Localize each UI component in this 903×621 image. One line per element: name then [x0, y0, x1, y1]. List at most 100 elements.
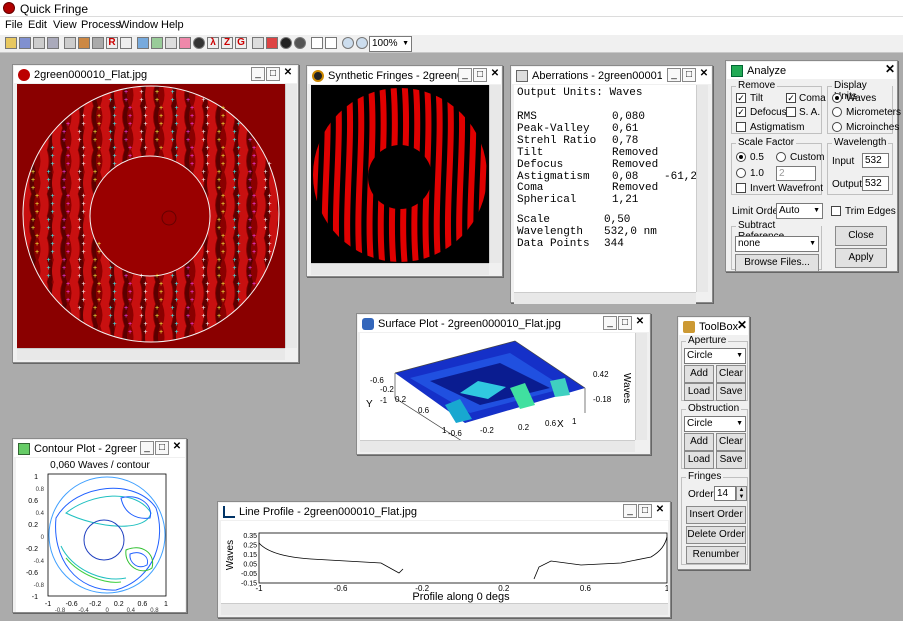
vertical-scrollbar[interactable] — [489, 85, 501, 263]
zernike-icon[interactable] — [179, 37, 191, 49]
insert-order-button[interactable]: Insert Order — [686, 506, 746, 524]
curve-icon[interactable] — [120, 37, 132, 49]
zoom-out-icon[interactable] — [356, 37, 368, 49]
browse-files-button[interactable]: Browse Files... — [735, 254, 819, 272]
tools-icon[interactable] — [64, 37, 76, 49]
close-button[interactable]: ✕ — [653, 504, 667, 518]
trim-edges-checkbox[interactable] — [831, 206, 841, 216]
tilt-checkbox[interactable]: ✓ — [736, 93, 746, 103]
minimize-button[interactable]: _ — [140, 441, 154, 455]
open-icon[interactable] — [5, 37, 17, 49]
lambda-icon[interactable]: λ — [207, 37, 219, 49]
aperture-shape-select[interactable]: Circle — [684, 348, 746, 364]
vertical-scrollbar[interactable] — [696, 85, 708, 292]
scale-10-radio[interactable] — [736, 168, 746, 178]
waves-radio[interactable] — [832, 93, 842, 103]
microinches-radio[interactable] — [832, 122, 842, 132]
minimize-button[interactable]: _ — [667, 68, 681, 82]
horizontal-scrollbar[interactable] — [514, 292, 696, 304]
zoom-in-icon[interactable] — [342, 37, 354, 49]
close-button[interactable]: ✕ — [488, 68, 502, 82]
close-button[interactable]: ✕ — [697, 68, 711, 82]
minimize-button[interactable]: _ — [251, 67, 265, 81]
minimize-button[interactable]: _ — [623, 504, 637, 518]
menu-window[interactable]: Window — [119, 19, 158, 31]
close-button[interactable]: ✕ — [735, 319, 749, 333]
maximize-button[interactable]: □ — [638, 504, 652, 518]
micrometers-radio[interactable] — [832, 107, 842, 117]
close-analyze-button[interactable]: Close — [835, 226, 887, 246]
menu-file[interactable]: File — [5, 19, 23, 31]
menu-view[interactable]: View — [53, 19, 77, 31]
order-spinner[interactable]: ▲ ▼ — [736, 486, 747, 501]
obstruction-load-button[interactable]: Load — [684, 451, 714, 469]
bars-icon[interactable] — [266, 37, 278, 49]
horizontal-scrollbar[interactable] — [311, 263, 489, 275]
close-button[interactable]: ✕ — [633, 316, 647, 330]
aberrations-text-area[interactable]: Output Units: Waves RMS 0,080 Peak-Valley 0… — [514, 85, 696, 292]
close-button[interactable]: ✕ — [170, 441, 184, 455]
z-icon[interactable]: Z — [221, 37, 233, 49]
pointer-icon[interactable] — [325, 37, 337, 49]
hand-icon[interactable] — [311, 37, 323, 49]
limit-order-select[interactable]: Auto — [776, 203, 823, 219]
fringe-marker: + — [97, 161, 101, 168]
histogram-icon[interactable] — [252, 37, 264, 49]
maximize-button[interactable]: □ — [155, 441, 169, 455]
close-button[interactable]: ✕ — [281, 67, 295, 81]
obstruction-clear-button[interactable]: Clear — [716, 433, 746, 451]
order-input[interactable]: 14 — [714, 486, 736, 501]
sa-checkbox[interactable] — [786, 107, 796, 117]
coma-checkbox[interactable]: ✓ — [786, 93, 796, 103]
surface-icon[interactable] — [137, 37, 149, 49]
maximize-button[interactable]: □ — [473, 68, 487, 82]
g-icon[interactable]: G — [235, 37, 247, 49]
fringe-icon[interactable] — [78, 37, 90, 49]
menu-process[interactable]: Process — [81, 19, 121, 31]
minimize-button[interactable]: _ — [603, 316, 617, 330]
obstruction-add-button[interactable]: Add — [684, 433, 714, 451]
obstruction-save-button[interactable]: Save — [716, 451, 746, 469]
grid-icon[interactable] — [92, 37, 104, 49]
horizontal-scrollbar[interactable] — [17, 348, 285, 360]
minimize-button[interactable]: _ — [458, 68, 472, 82]
fringe-sphere-icon[interactable] — [193, 37, 205, 49]
aperture-load-button[interactable]: Load — [684, 383, 714, 401]
custom-scale-input[interactable]: 2 — [776, 166, 816, 181]
invert-wavefront-checkbox[interactable] — [736, 183, 746, 193]
maximize-button[interactable]: □ — [618, 316, 632, 330]
scale-05-radio[interactable] — [736, 152, 746, 162]
print-icon[interactable] — [33, 37, 45, 49]
save-icon[interactable] — [19, 37, 31, 49]
aperture-save-button[interactable]: Save — [716, 383, 746, 401]
preview-icon[interactable] — [47, 37, 59, 49]
vertical-scrollbar[interactable] — [285, 84, 297, 348]
vertical-scrollbar[interactable] — [635, 333, 647, 440]
renumber-button[interactable]: Renumber — [686, 546, 746, 564]
menu-edit[interactable]: Edit — [28, 19, 47, 31]
delete-order-button[interactable]: Delete Order — [686, 526, 746, 544]
defocus-checkbox[interactable]: ✓ — [736, 107, 746, 117]
maximize-button[interactable]: □ — [682, 68, 696, 82]
apply-button[interactable]: Apply — [835, 248, 887, 268]
wavelength-output-field[interactable]: 532 — [862, 176, 889, 191]
horizontal-scrollbar[interactable] — [360, 440, 635, 452]
maximize-button[interactable]: □ — [266, 67, 280, 81]
ring-icon[interactable] — [280, 37, 292, 49]
zoom-select[interactable]: 100% — [369, 36, 412, 52]
r-icon[interactable]: R — [106, 37, 118, 49]
profile-icon[interactable] — [165, 37, 177, 49]
horizontal-scrollbar[interactable] — [221, 603, 668, 615]
aperture-add-button[interactable]: Add — [684, 365, 714, 383]
subtract-reference-select[interactable]: none — [735, 236, 819, 252]
menu-help[interactable]: Help — [161, 19, 184, 31]
target-icon[interactable] — [294, 37, 306, 49]
close-button[interactable]: ✕ — [883, 63, 897, 77]
contour-icon[interactable] — [151, 37, 163, 49]
aperture-clear-button[interactable]: Clear — [716, 365, 746, 383]
interferogram-image[interactable]: ++++++++++++++++++++++++++++++++++++++++… — [17, 84, 285, 348]
custom-radio[interactable] — [776, 152, 786, 162]
astigmatism-checkbox[interactable] — [736, 122, 746, 132]
wavelength-input-field[interactable]: 532 — [862, 153, 889, 168]
obstruction-shape-select[interactable]: Circle — [684, 416, 746, 432]
